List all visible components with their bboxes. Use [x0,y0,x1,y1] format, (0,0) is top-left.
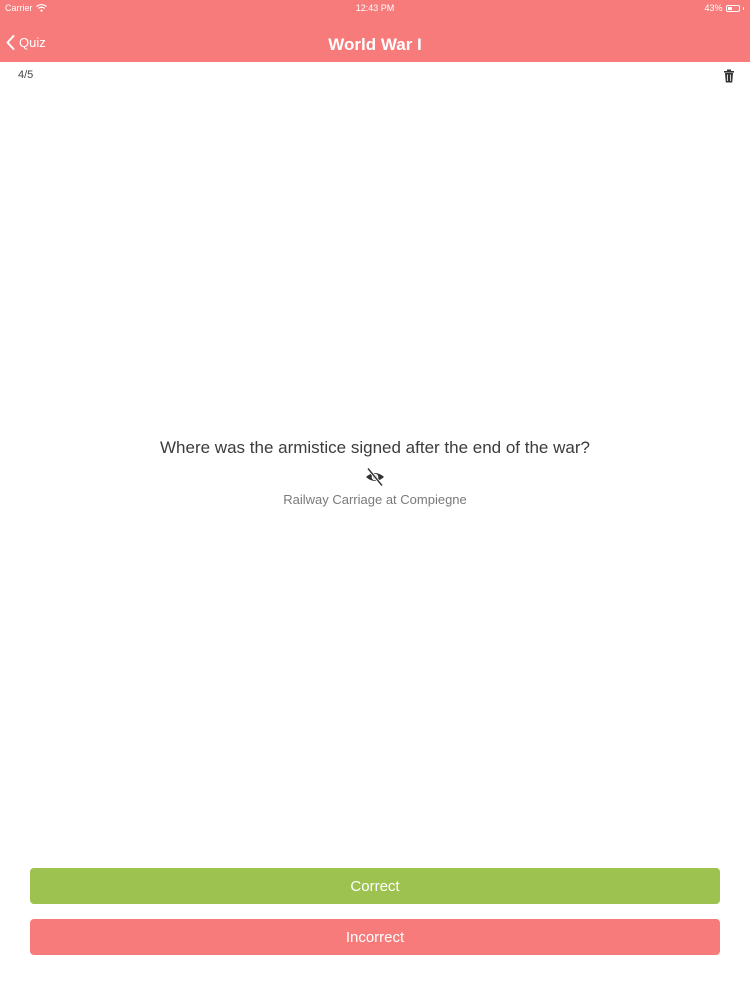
navigation-bar: Carrier 12:43 PM 43% Quiz World War I [0,0,750,62]
status-bar: Carrier 12:43 PM 43% [0,0,750,16]
question-text: Where was the armistice signed after the… [160,438,590,457]
battery-icon [725,4,740,12]
answer-text: Railway Carriage at Compiegne [283,492,467,507]
page-title: World War I [328,35,422,54]
question-progress: 4/5 [18,69,34,81]
correct-button[interactable]: Correct [30,868,720,904]
incorrect-button[interactable]: Incorrect [30,919,720,955]
clock: 12:43 PM [355,3,395,13]
hide-answer-toggle[interactable] [364,467,386,487]
battery-indicator: 43% [704,3,744,13]
battery-percent: 43% [704,3,723,13]
delete-button[interactable] [723,69,735,83]
eye-slash-icon [366,467,384,487]
trash-icon [724,69,734,83]
